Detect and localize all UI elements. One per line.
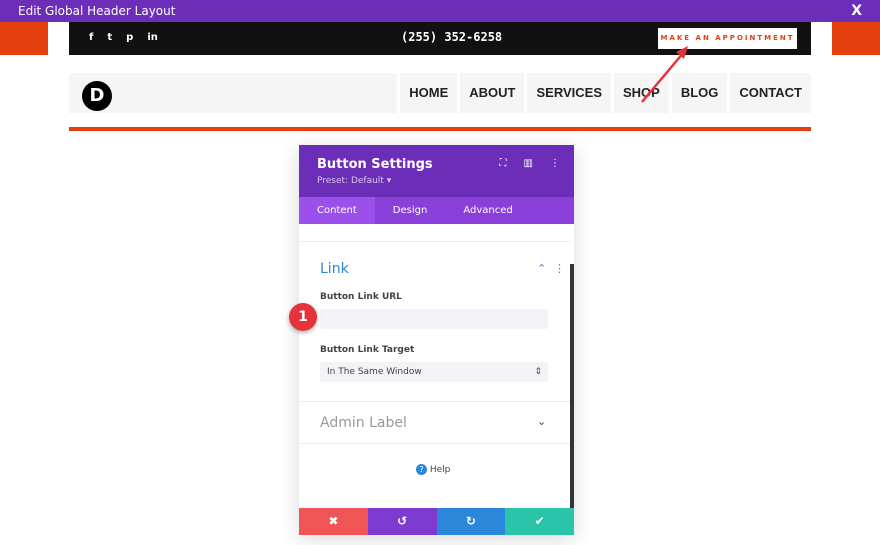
link-section-title[interactable]: Link: [320, 261, 349, 277]
cancel-button[interactable]: ✖: [299, 508, 368, 535]
redo-button[interactable]: ↻: [436, 508, 506, 535]
help-link[interactable]: ? Help: [416, 464, 450, 475]
chevron-down-icon[interactable]: ⌄: [537, 415, 546, 428]
tab-advanced[interactable]: Advanced: [445, 197, 530, 224]
fullscreen-icon[interactable]: ⛶: [500, 158, 507, 169]
url-label: Button Link URL: [320, 292, 402, 302]
save-button[interactable]: ✔: [505, 508, 574, 535]
admin-label-section[interactable]: Admin Label ⌄: [299, 401, 570, 443]
split-view-icon[interactable]: ▥: [524, 158, 533, 169]
help-area: ? Help: [299, 443, 570, 503]
help-icon: ?: [416, 464, 427, 475]
admin-label-title[interactable]: Admin Label: [320, 415, 407, 431]
target-label: Button Link Target: [320, 345, 415, 355]
button-settings-modal: Button Settings Preset: Default ▾ ⛶ ▥ ⋮ …: [299, 145, 574, 535]
select-arrows-icon: ⇕: [534, 367, 542, 377]
chevron-up-icon[interactable]: ⌃: [537, 262, 546, 275]
target-value: In The Same Window: [327, 367, 422, 377]
undo-button[interactable]: ↺: [367, 508, 437, 535]
url-input[interactable]: [320, 309, 548, 329]
more-options-icon[interactable]: ⋮: [550, 158, 560, 169]
divider: [69, 127, 811, 131]
step-badge: 1: [289, 303, 317, 331]
help-label: Help: [429, 465, 451, 475]
link-section: Link ⌃ ⋮ Button Link URL Button Link Tar…: [299, 241, 570, 401]
tab-content[interactable]: Content: [299, 197, 375, 224]
scrollbar[interactable]: [570, 264, 574, 509]
tab-design[interactable]: Design: [375, 197, 446, 224]
preset-dropdown[interactable]: Preset: Default ▾: [317, 176, 556, 186]
section-menu-icon[interactable]: ⋮: [554, 262, 565, 275]
target-select[interactable]: In The Same Window ⇕: [320, 362, 548, 382]
